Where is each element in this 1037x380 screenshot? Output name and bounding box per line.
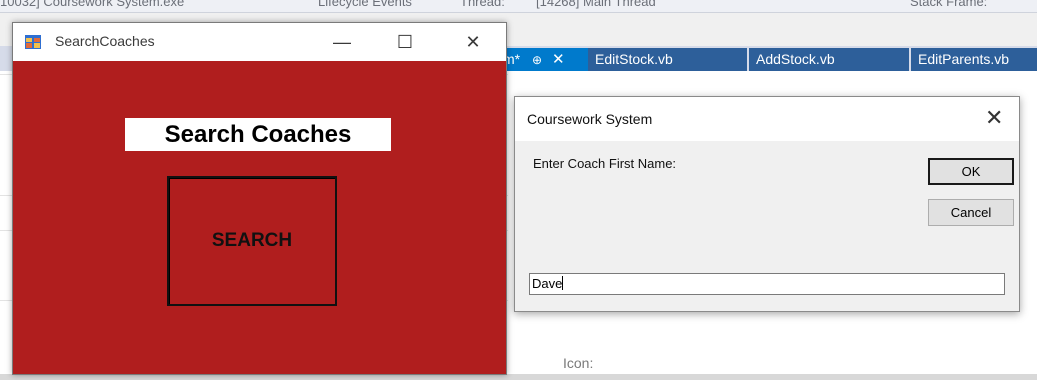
window-title: SearchCoaches	[55, 33, 155, 49]
dialog-title: Coursework System	[527, 111, 653, 127]
tab-label: EditParents.vb	[918, 51, 1010, 67]
close-tab-icon[interactable]: ✕	[552, 48, 565, 71]
tab-editparents[interactable]: EditParents.vb	[911, 48, 1037, 71]
close-icon[interactable]: ✕	[985, 105, 1003, 131]
ide-debug-toolbar: 10032] Coursework System.exe Lifecycle E…	[0, 0, 1037, 13]
close-icon[interactable]: ✕	[450, 27, 496, 57]
ok-button[interactable]: OK	[928, 158, 1014, 185]
search-coaches-window: SearchCoaches — ☐ ✕ Search Coaches SEARC…	[12, 22, 507, 375]
stack-frame-label: Stack Frame:	[910, 0, 988, 9]
text-caret	[562, 276, 564, 290]
thread-label: Thread:	[460, 0, 505, 9]
thread-selector[interactable]: [14268] Main Thread	[536, 0, 656, 9]
dialog-titlebar[interactable]: Coursework System ✕	[515, 97, 1019, 141]
form-app-icon	[25, 35, 41, 49]
page-title: Search Coaches	[125, 118, 391, 151]
window-titlebar[interactable]: SearchCoaches — ☐ ✕	[13, 23, 506, 61]
minimize-icon[interactable]: —	[319, 27, 365, 57]
process-selector[interactable]: 10032] Coursework System.exe	[0, 0, 184, 9]
input-value: Dave	[532, 276, 563, 291]
search-button[interactable]: SEARCH	[167, 176, 337, 306]
tab-editstock[interactable]: EditStock.vb	[588, 48, 747, 71]
maximize-icon[interactable]: ☐	[382, 27, 428, 57]
tab-addstock[interactable]: AddStock.vb	[749, 48, 909, 71]
pin-icon[interactable]: ⊕	[532, 49, 542, 71]
tab-label: EditStock.vb	[595, 51, 673, 67]
prompt-label: Enter Coach First Name:	[533, 156, 677, 171]
cancel-button[interactable]: Cancel	[928, 199, 1014, 226]
icon-property-label: Icon:	[563, 355, 594, 371]
tab-active-form[interactable]: m* ⊕ ✕	[496, 48, 588, 71]
input-dialog: Coursework System ✕ Enter Coach First Na…	[514, 96, 1020, 312]
lifecycle-events-menu[interactable]: Lifecycle Events	[318, 0, 412, 9]
coach-name-input[interactable]: Dave	[529, 273, 1005, 295]
tab-label: AddStock.vb	[756, 51, 835, 67]
